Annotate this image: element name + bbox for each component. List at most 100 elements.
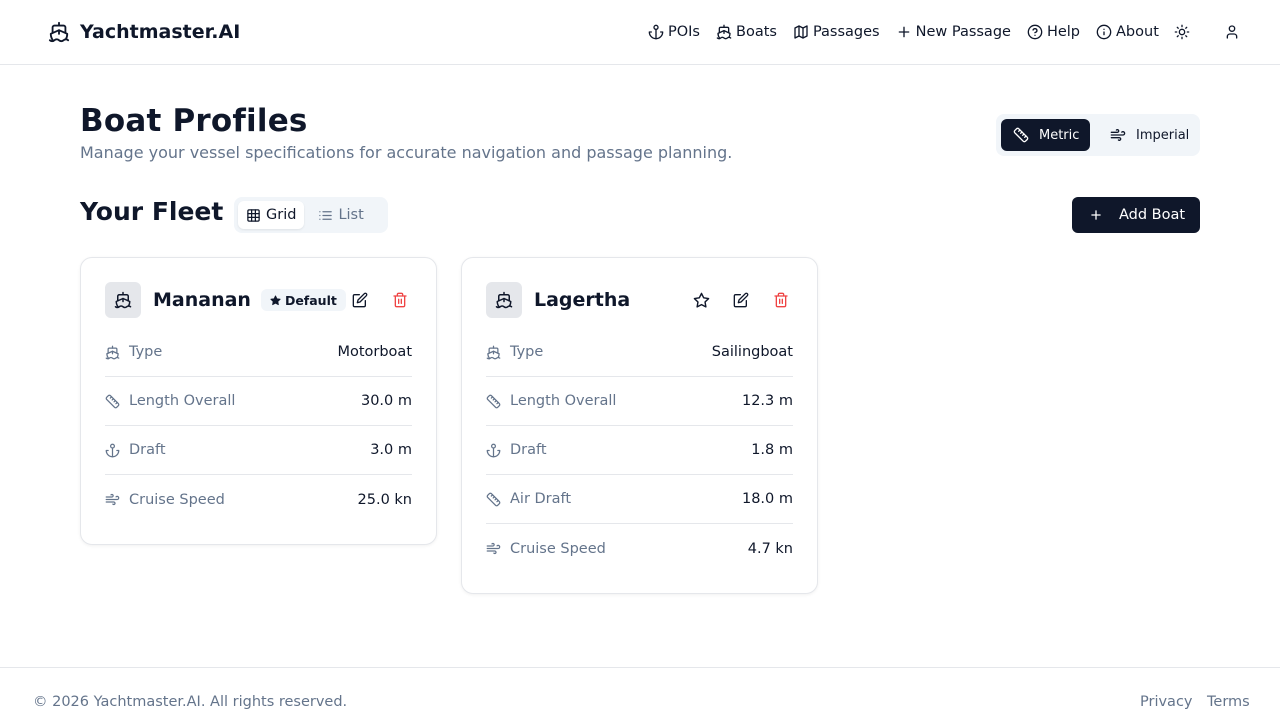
ship-icon	[495, 291, 513, 309]
footer: © 2026 Yachtmaster.AI. All rights reserv…	[0, 667, 1280, 720]
boat-avatar	[105, 282, 141, 318]
boat-card: Mananan Default Type Motorboat Length Ov…	[80, 257, 437, 545]
list-icon	[318, 208, 333, 223]
delete-boat-button[interactable]	[388, 288, 412, 312]
ruler-icon	[105, 394, 120, 409]
spec-value: 1.8 m	[751, 442, 793, 458]
nav-item-about[interactable]: About	[1096, 24, 1159, 40]
nav-label: Help	[1046, 24, 1081, 40]
unit-toggle: Metric Imperial	[996, 114, 1200, 156]
trash-icon	[773, 292, 789, 308]
map-icon	[793, 24, 809, 40]
user-menu-button[interactable]	[1220, 20, 1244, 44]
edit-boat-button[interactable]	[729, 288, 753, 312]
wind-icon	[105, 492, 120, 507]
nav-item-passages[interactable]: Passages	[793, 24, 880, 40]
privacy-link[interactable]: Privacy	[1140, 694, 1193, 710]
ruler-icon	[486, 394, 501, 409]
spec-row-type: Type Motorboat	[105, 328, 412, 377]
ship-icon	[486, 345, 501, 360]
grid-icon	[246, 208, 261, 223]
spec-row-cruise-speed: Cruise Speed 4.7 kn	[486, 524, 793, 573]
main-nav: POIs Boats Passages New Passage Help Abo…	[648, 0, 1159, 64]
user-icon	[1224, 24, 1240, 40]
star-filled-icon	[270, 294, 281, 306]
spec-label: Air Draft	[510, 491, 572, 507]
default-badge-label: Default	[284, 292, 337, 308]
boat-avatar	[486, 282, 522, 318]
ship-icon	[716, 24, 732, 40]
boat-card: Lagertha Type Sailingboat Length Overall…	[461, 257, 818, 594]
nav-label: POIs	[668, 24, 700, 40]
app-name: Yachtmaster.AI	[80, 21, 241, 43]
spec-value: 30.0 m	[360, 393, 412, 409]
spec-label: Length Overall	[129, 393, 236, 409]
anchor-icon	[105, 443, 120, 458]
spec-label: Type	[510, 344, 544, 360]
plus-icon	[896, 24, 912, 40]
nav-item-boats[interactable]: Boats	[716, 24, 777, 40]
ship-icon	[114, 291, 132, 309]
delete-boat-button[interactable]	[769, 288, 793, 312]
star-icon	[693, 292, 710, 309]
view-option-grid[interactable]: Grid	[238, 201, 305, 229]
terms-link[interactable]: Terms	[1207, 694, 1250, 710]
nav-label: About	[1116, 24, 1159, 40]
wind-icon	[1110, 127, 1126, 143]
spec-label: Draft	[129, 442, 166, 458]
spec-row-length-overall: Length Overall 12.3 m	[486, 377, 793, 426]
spec-row-draft: Draft 3.0 m	[105, 426, 412, 475]
sun-icon	[1174, 24, 1190, 40]
boat-name: Lagertha	[534, 289, 631, 311]
unit-option-metric[interactable]: Metric	[1001, 119, 1090, 151]
unit-option-imperial[interactable]: Imperial	[1098, 119, 1201, 151]
anchor-icon	[486, 443, 501, 458]
copyright-text: © 2026 Yachtmaster.AI. All rights reserv…	[33, 694, 348, 710]
nav-item-pois[interactable]: POIs	[648, 24, 700, 40]
help-circle-icon	[1027, 24, 1043, 40]
spec-value: 12.3 m	[741, 393, 793, 409]
spec-row-length-overall: Length Overall 30.0 m	[105, 377, 412, 426]
spec-value: Sailingboat	[711, 344, 793, 360]
boat-name: Mananan	[153, 289, 251, 311]
spec-row-draft: Draft 1.8 m	[486, 426, 793, 475]
ruler-icon	[486, 492, 501, 507]
set-default-button[interactable]	[689, 288, 713, 312]
view-option-list[interactable]: List	[310, 201, 371, 229]
anchor-icon	[648, 24, 664, 40]
trash-icon	[392, 292, 408, 308]
spec-label: Length Overall	[510, 393, 617, 409]
view-option-label: Grid	[266, 207, 297, 223]
ship-icon	[105, 345, 120, 360]
spec-label: Draft	[510, 442, 547, 458]
ship-icon	[48, 21, 70, 43]
spec-label: Cruise Speed	[510, 540, 606, 557]
edit-icon	[733, 292, 749, 308]
unit-option-label: Imperial	[1136, 127, 1190, 143]
spec-value: Motorboat	[337, 344, 412, 360]
spec-row-type: Type Sailingboat	[486, 328, 793, 377]
unit-option-label: Metric	[1039, 127, 1080, 143]
nav-label: Boats	[736, 24, 777, 40]
nav-item-help[interactable]: Help	[1027, 24, 1080, 40]
spec-value: 4.7 kn	[747, 540, 793, 557]
nav-item-new-passage[interactable]: New Passage	[896, 24, 1011, 40]
nav-label: New Passage	[915, 24, 1011, 40]
spec-row-air-draft: Air Draft 18.0 m	[486, 475, 793, 524]
ruler-icon	[1013, 127, 1029, 143]
spec-label: Cruise Speed	[129, 491, 225, 508]
page-title: Boat Profiles	[80, 103, 308, 139]
spec-value: 18.0 m	[741, 491, 793, 507]
page-subtitle: Manage your vessel specifications for ac…	[80, 143, 733, 162]
plus-icon	[1089, 208, 1103, 222]
add-boat-label: Add Boat	[1119, 207, 1186, 223]
fleet-title: Your Fleet	[80, 197, 224, 226]
theme-toggle-button[interactable]	[1170, 20, 1194, 44]
brand[interactable]: Yachtmaster.AI	[48, 21, 240, 43]
edit-boat-button[interactable]	[348, 288, 372, 312]
edit-icon	[352, 292, 368, 308]
info-icon	[1096, 24, 1112, 40]
add-boat-button[interactable]: Add Boat	[1072, 197, 1200, 233]
spec-value: 25.0 kn	[357, 491, 412, 508]
wind-icon	[486, 541, 501, 556]
